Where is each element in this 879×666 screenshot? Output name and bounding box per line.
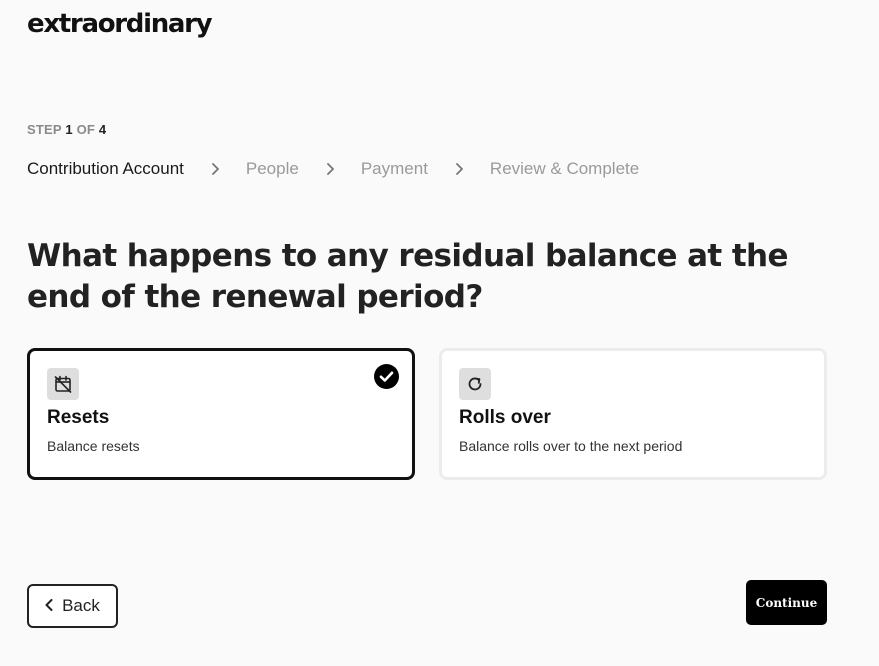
- chevron-left-icon: [45, 596, 53, 616]
- option-description: Balance resets: [47, 438, 140, 454]
- option-card-rolls-over[interactable]: Rolls over Balance rolls over to the nex…: [439, 348, 827, 480]
- page: extraordinary STEP 1 OF 4 Contribution A…: [0, 0, 879, 666]
- chevron-right-icon: [454, 163, 464, 175]
- option-title: Rolls over: [459, 407, 551, 428]
- option-title: Resets: [47, 407, 110, 428]
- breadcrumb: Contribution Account People Payment Revi…: [27, 159, 639, 179]
- breadcrumb-item-review-complete[interactable]: Review & Complete: [490, 159, 639, 179]
- question-heading: What happens to any residual balance at …: [27, 238, 789, 315]
- calendar-reset-icon: [47, 368, 79, 400]
- back-button[interactable]: Back: [27, 584, 118, 628]
- breadcrumb-item-people[interactable]: People: [246, 159, 299, 179]
- brand-logo[interactable]: extraordinary: [27, 9, 213, 39]
- breadcrumb-item-contribution-account[interactable]: Contribution Account: [27, 159, 184, 179]
- back-button-label: Back: [62, 596, 100, 615]
- chevron-right-icon: [325, 163, 335, 175]
- option-card-resets[interactable]: Resets Balance resets: [27, 348, 415, 480]
- breadcrumb-item-payment[interactable]: Payment: [361, 159, 428, 179]
- step-of: OF: [76, 122, 96, 137]
- step-current: 1: [65, 122, 73, 137]
- step-total: 4: [98, 122, 107, 137]
- refresh-icon: [459, 368, 491, 400]
- continue-button[interactable]: Continue: [746, 580, 827, 625]
- chevron-right-icon: [210, 163, 220, 175]
- checkmark-icon: [374, 364, 399, 389]
- step-indicator: STEP 1 OF 4: [27, 122, 106, 137]
- option-description: Balance rolls over to the next period: [459, 438, 683, 454]
- step-prefix: STEP: [27, 122, 62, 137]
